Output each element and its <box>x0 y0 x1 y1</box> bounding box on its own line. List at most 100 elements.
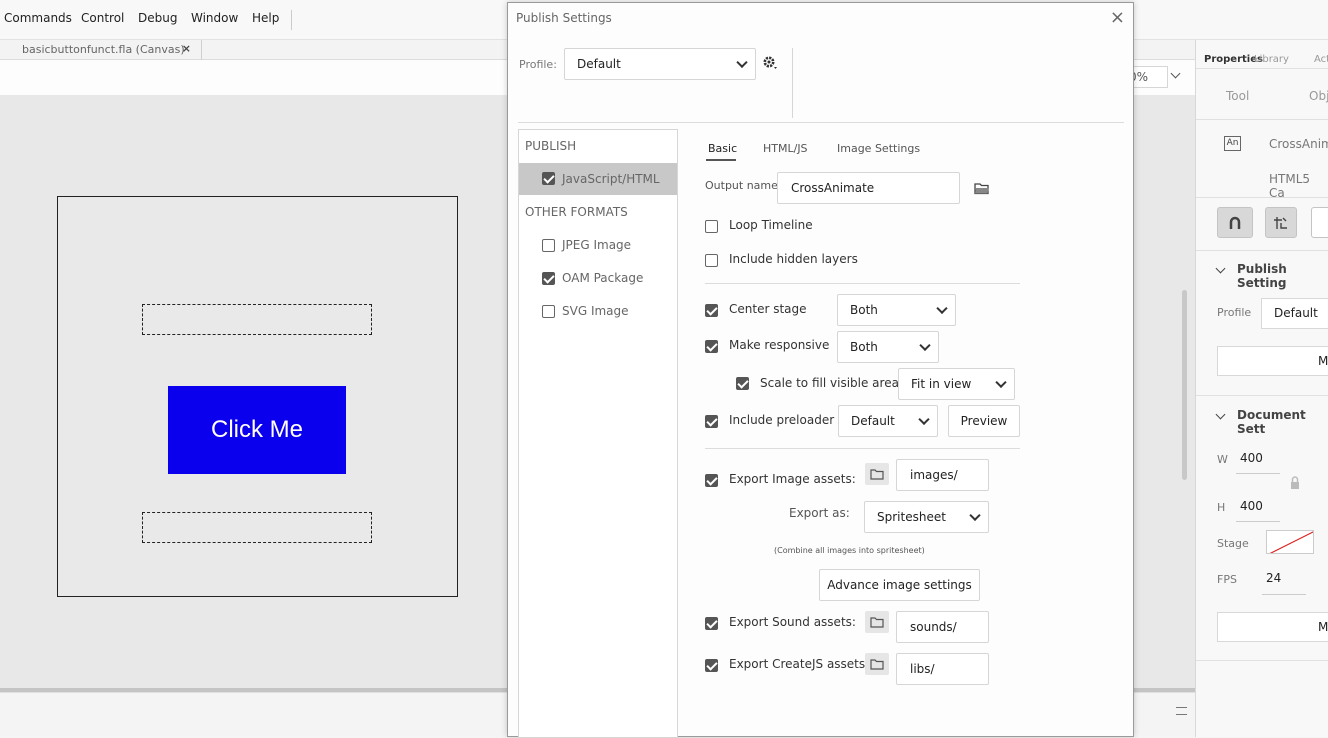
document-settings-header[interactable]: Document Sett <box>1237 408 1328 436</box>
menu-icon[interactable] <box>1176 707 1187 715</box>
make-responsive-dropdown[interactable]: Both <box>837 331 939 363</box>
list-item-javascript-html[interactable]: JavaScript/HTML <box>519 163 677 195</box>
transform-icon[interactable] <box>1265 207 1297 238</box>
divider <box>705 448 1020 449</box>
scale-fill-label: Scale to fill visible area <box>760 376 899 390</box>
folder-icon[interactable] <box>865 653 889 675</box>
other-formats-header: OTHER FORMATS <box>525 205 628 219</box>
export-images-checkbox[interactable] <box>705 474 718 487</box>
stage-color-swatch[interactable] <box>1266 530 1314 554</box>
tab-object[interactable]: Object <box>1309 89 1328 103</box>
tab-html-js[interactable]: HTML/JS <box>763 142 808 155</box>
menu-control[interactable]: Control <box>81 11 124 25</box>
advance-image-settings-label: Advance image settings <box>827 578 972 592</box>
advance-image-settings-button[interactable]: Advance image settings <box>819 569 980 601</box>
export-sound-checkbox[interactable] <box>705 617 718 630</box>
chevron-down-icon <box>995 376 1007 389</box>
menu-help[interactable]: Help <box>252 11 279 25</box>
make-responsive-value: Both <box>850 340 878 354</box>
divider <box>518 122 1124 123</box>
menu-commands[interactable]: Commands <box>4 11 72 25</box>
more-document-settings-button[interactable]: Mo <box>1217 612 1328 642</box>
export-as-dropdown[interactable]: Spritesheet <box>864 501 989 533</box>
dynamic-text-box-top[interactable] <box>142 304 372 335</box>
folder-icon[interactable] <box>974 180 990 195</box>
snap-icon[interactable] <box>1217 207 1253 238</box>
export-as-value: Spritesheet <box>877 510 946 524</box>
publish-settings-header[interactable]: Publish Setting <box>1237 262 1328 290</box>
menu-debug[interactable]: Debug <box>138 11 177 25</box>
gear-icon[interactable] <box>762 55 780 71</box>
output-name-value: CrossAnimate <box>791 181 875 195</box>
images-path-value: images/ <box>910 468 958 482</box>
svg-checkbox[interactable] <box>542 305 555 318</box>
javascript-html-label: JavaScript/HTML <box>562 172 660 186</box>
crop-icon[interactable] <box>1311 207 1328 238</box>
click-me-label: Click Me <box>210 416 303 443</box>
document-tab[interactable]: basicbuttonfunct.fla (Canvas) × <box>14 40 202 60</box>
divider <box>1196 660 1328 661</box>
oam-label[interactable]: OAM Package <box>562 271 643 285</box>
make-responsive-checkbox[interactable] <box>705 340 718 353</box>
tab-image-settings[interactable]: Image Settings <box>837 142 920 155</box>
profile-label: Profile <box>1217 306 1252 319</box>
dynamic-text-box-bottom[interactable] <box>142 512 372 543</box>
scale-fill-value: Fit in view <box>911 377 972 391</box>
close-icon[interactable]: × <box>182 42 191 55</box>
loop-timeline-checkbox[interactable] <box>705 220 718 233</box>
javascript-html-checkbox[interactable] <box>542 172 555 185</box>
fps-value[interactable]: 24 <box>1266 571 1281 585</box>
preloader-dropdown[interactable]: Default <box>838 405 938 437</box>
preview-button[interactable]: Preview <box>948 405 1020 437</box>
tab-tool[interactable]: Tool <box>1226 89 1249 103</box>
jpeg-checkbox[interactable] <box>542 239 555 252</box>
jpeg-label[interactable]: JPEG Image <box>562 238 631 252</box>
images-path-input[interactable]: images/ <box>896 459 989 491</box>
divider <box>792 48 793 118</box>
lock-icon[interactable] <box>1288 475 1302 491</box>
folder-icon[interactable] <box>865 463 889 485</box>
height-value[interactable]: 400 <box>1240 499 1263 513</box>
sounds-path-input[interactable]: sounds/ <box>896 611 989 643</box>
click-me-button[interactable]: Click Me <box>168 386 346 474</box>
document-tab-label: basicbuttonfunct.fla (Canvas) <box>22 43 185 56</box>
stage[interactable]: Click Me <box>57 196 458 597</box>
profile-label: Profile: <box>519 58 557 71</box>
sounds-path-value: sounds/ <box>910 620 957 634</box>
chevron-down-icon <box>936 302 948 315</box>
divider <box>1196 250 1328 251</box>
libs-path-value: libs/ <box>910 662 935 676</box>
center-stage-dropdown[interactable]: Both <box>837 294 956 326</box>
include-hidden-label: Include hidden layers <box>729 252 858 266</box>
active-tab-indicator <box>706 159 736 161</box>
width-value[interactable]: 400 <box>1240 451 1263 465</box>
chevron-down-icon <box>918 413 930 426</box>
center-stage-checkbox[interactable] <box>705 304 718 317</box>
tab-actions[interactable]: Acti <box>1314 54 1328 65</box>
menu-window[interactable]: Window <box>191 11 238 25</box>
include-hidden-checkbox[interactable] <box>705 254 718 267</box>
chevron-down-icon[interactable] <box>1215 263 1226 274</box>
close-icon[interactable]: × <box>1110 7 1125 28</box>
properties-panel: Properties Library Acti Tool Object An C… <box>1195 40 1328 737</box>
folder-icon[interactable] <box>865 611 889 633</box>
tab-library[interactable]: Library <box>1254 54 1289 65</box>
scale-fill-dropdown[interactable]: Fit in view <box>898 368 1015 400</box>
scale-fill-checkbox[interactable] <box>736 377 749 390</box>
include-preloader-checkbox[interactable] <box>705 415 718 428</box>
profile-dropdown[interactable]: Default <box>1261 298 1328 329</box>
make-responsive-label: Make responsive <box>729 338 830 352</box>
output-name-input[interactable]: CrossAnimate <box>777 172 960 204</box>
chevron-down-icon[interactable] <box>1215 409 1226 420</box>
width-underline <box>1236 473 1280 474</box>
more-settings-button[interactable]: Mo <box>1217 346 1328 376</box>
libs-path-input[interactable]: libs/ <box>896 653 989 685</box>
export-createjs-checkbox[interactable] <box>705 659 718 672</box>
svg-label[interactable]: SVG Image <box>562 304 629 318</box>
profile-dropdown[interactable]: Default <box>564 48 756 80</box>
tab-basic[interactable]: Basic <box>708 142 737 155</box>
divider <box>705 283 1020 284</box>
vertical-scrollbar[interactable] <box>1182 290 1187 480</box>
chevron-down-icon <box>919 339 931 352</box>
oam-checkbox[interactable] <box>542 272 555 285</box>
